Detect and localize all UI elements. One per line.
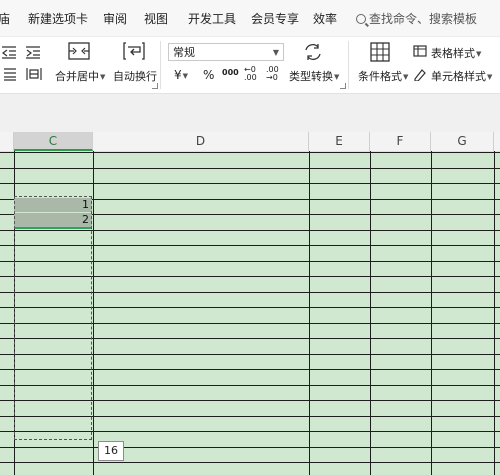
currency-glyph: ¥ <box>174 68 182 82</box>
convert-icon[interactable] <box>303 43 323 61</box>
distribute-icon[interactable] <box>26 67 42 81</box>
cell-style-button[interactable]: 单元格样式▼ <box>431 68 492 84</box>
column-border <box>309 151 310 475</box>
column-header-g[interactable]: G <box>431 132 494 151</box>
type-convert-button[interactable]: 类型转换▼ <box>289 68 339 84</box>
number-group-launcher[interactable] <box>340 83 346 89</box>
percent-button[interactable]: % <box>203 68 214 82</box>
fill-count-tooltip: 16 <box>98 441 124 461</box>
search-icon <box>356 14 366 24</box>
merge-center-label: 合并居中 <box>55 70 99 83</box>
tab-member[interactable]: 会员专享 <box>251 10 299 27</box>
wrap-text-icon[interactable] <box>123 41 145 61</box>
tab-developer[interactable]: 开发工具 <box>188 10 236 27</box>
tab-efficiency[interactable]: 效率 <box>313 10 337 27</box>
column-header-c[interactable]: C <box>14 132 93 151</box>
fill-range-marquee <box>14 196 92 440</box>
column-header-d[interactable]: D <box>93 132 309 151</box>
indent-decrease-icon[interactable] <box>2 45 18 59</box>
tab-view[interactable]: 视图 <box>144 10 168 27</box>
indent-increase-icon[interactable] <box>26 45 42 59</box>
column-border <box>370 151 371 475</box>
thousands-button[interactable]: 000 <box>222 68 239 77</box>
increase-decimal-button[interactable]: ←0 .00 <box>244 66 264 82</box>
column-header-f[interactable]: F <box>370 132 431 151</box>
align-justify-icon[interactable] <box>2 67 18 81</box>
merge-center-icon[interactable] <box>68 41 90 61</box>
wrap-text-button[interactable]: 自动换行 <box>113 68 157 84</box>
row-border <box>0 168 500 169</box>
number-format-value: 常规 <box>173 46 195 59</box>
row-border <box>0 183 500 184</box>
row-border <box>0 447 500 448</box>
conditional-format-label: 条件格式 <box>358 70 402 83</box>
column-border <box>93 151 94 475</box>
chevron-down-icon: ▼ <box>272 48 279 57</box>
tab-new-tab[interactable]: 新建选项卡 <box>28 10 88 27</box>
merge-center-button[interactable]: 合并居中▼ <box>55 68 105 84</box>
group-divider <box>160 41 161 89</box>
group-divider-2 <box>348 41 349 89</box>
column-header-partial[interactable] <box>0 132 14 151</box>
currency-button[interactable]: ¥▼ <box>174 68 188 82</box>
table-style-button[interactable]: 表格样式▼ <box>431 45 481 61</box>
tab-review[interactable]: 审阅 <box>103 10 127 27</box>
column-border <box>431 151 432 475</box>
table-style-icon <box>413 45 427 57</box>
row-border <box>0 152 500 153</box>
conditional-format-button[interactable]: 条件格式▼ <box>358 68 408 84</box>
menu-bar: 庙 新建选项卡 审阅 视图 开发工具 会员专享 效率 查找命令、搜索模板 <box>0 0 500 37</box>
formula-bar-area <box>0 94 500 132</box>
cell-style-label: 单元格样式 <box>431 70 486 83</box>
decrease-decimal-button[interactable]: .00 →0 <box>266 66 286 82</box>
search-label: 查找命令、搜索模板 <box>369 12 478 26</box>
conditional-format-icon[interactable] <box>370 42 390 62</box>
worksheet-grid[interactable]: 1 2 16 <box>0 151 500 475</box>
command-search[interactable]: 查找命令、搜索模板 <box>356 10 477 27</box>
column-header-e[interactable]: E <box>309 132 370 151</box>
table-style-label: 表格样式 <box>431 47 475 60</box>
cell-style-icon <box>414 69 426 81</box>
tab-partial[interactable]: 庙 <box>0 10 10 27</box>
ribbon-toolbar: 合并居中▼ 自动换行 常规 ▼ ¥▼ % 000 ←0 .00 .00 →0 类… <box>0 37 500 94</box>
alignment-group-launcher[interactable] <box>152 83 158 89</box>
row-border <box>0 462 500 463</box>
type-convert-label: 类型转换 <box>289 70 333 83</box>
column-header-row: C D E F G <box>0 132 500 152</box>
number-format-select[interactable]: 常规 ▼ <box>168 43 284 61</box>
column-border <box>494 151 495 475</box>
